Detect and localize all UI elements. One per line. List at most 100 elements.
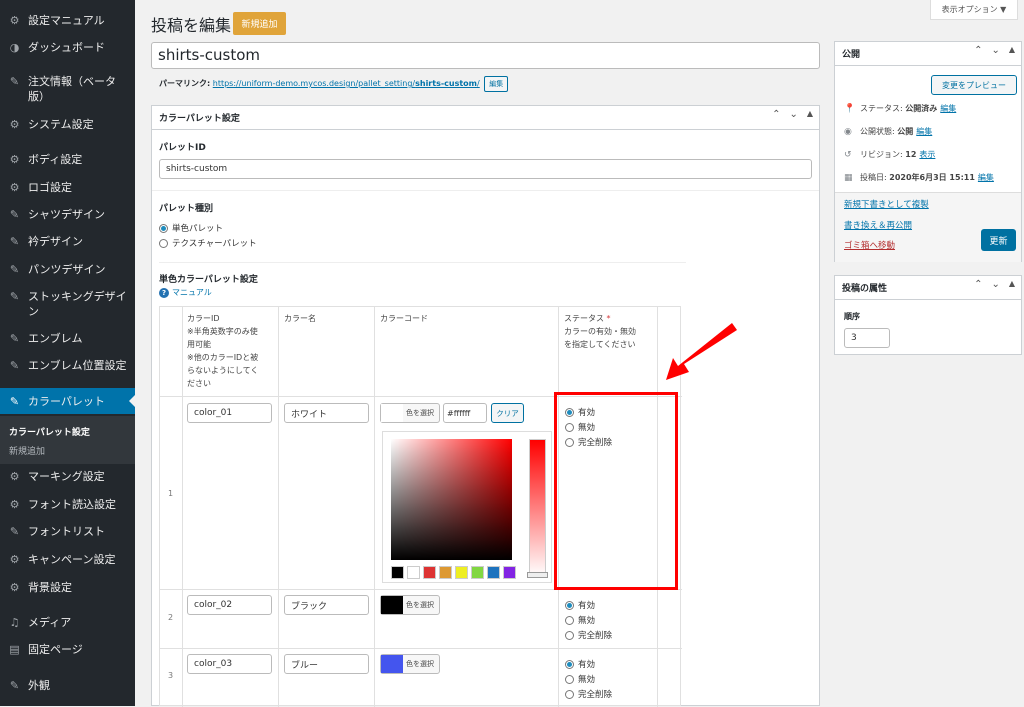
screen-options-button[interactable]: 表示オプション ▼	[930, 0, 1018, 20]
sidebar-item-2[interactable]: ✎ 注文情報（ベータ版）	[0, 74, 135, 104]
select-color-button[interactable]: 色を選択	[380, 654, 440, 674]
eye-icon: ◉	[844, 126, 852, 137]
sidebar-item-7[interactable]: ✎ 衿デザイン	[0, 234, 135, 249]
sidebar-item-3[interactable]: ⚙ システム設定	[0, 117, 135, 132]
palette-id-label: パレットID	[159, 143, 206, 153]
pin-icon: ✎	[9, 235, 20, 248]
date-edit-link[interactable]: 編集	[978, 172, 994, 183]
update-button[interactable]: 更新	[981, 229, 1016, 251]
rewrite-republish-link[interactable]: 書き換え＆再公開	[844, 219, 912, 231]
pin-icon: ✎	[9, 208, 20, 221]
chevron-up-icon[interactable]: ⌃	[974, 279, 982, 290]
color-name-input[interactable]: ホワイト	[284, 403, 369, 423]
color-id-input[interactable]: color_01	[187, 403, 272, 423]
trash-link[interactable]: ゴミ箱へ移動	[844, 239, 895, 251]
swatch[interactable]	[455, 566, 468, 579]
status-delete-radio[interactable]: 完全削除	[565, 688, 612, 700]
gear-icon: ⚙	[9, 181, 20, 194]
status-inactive-radio[interactable]: 無効	[565, 614, 595, 626]
permalink-row: パーマリンク: https://uniform-demo.mycos.desig…	[159, 76, 509, 92]
sidebar-item-16[interactable]: ⚙ キャンペーン設定	[0, 552, 135, 567]
hue-slider[interactable]	[529, 439, 546, 577]
status-delete-radio[interactable]: 完全削除	[565, 629, 612, 641]
gear-icon: ⚙	[9, 118, 20, 131]
sidebar-item-label: エンブレム位置設定	[28, 359, 127, 372]
select-color-button[interactable]: 色を選択	[380, 595, 440, 615]
status-inactive-radio[interactable]: 無効	[565, 673, 595, 685]
hex-input[interactable]: #ffffff	[443, 403, 487, 423]
sidebar-item-1[interactable]: ◑ ダッシュボード	[0, 40, 135, 55]
sidebar-item-11[interactable]: ✎ エンブレム位置設定	[0, 358, 135, 373]
sidebar-item-label: マーキング設定	[28, 470, 105, 483]
sidebar-item-15[interactable]: ✎ フォントリスト	[0, 524, 135, 539]
color-name-input[interactable]: ブラック	[284, 595, 369, 615]
sidebar-item-0[interactable]: ⚙ 設定マニュアル	[0, 13, 135, 28]
sidebar-item-12[interactable]: ✎ カラーパレット	[0, 388, 135, 414]
permalink-url[interactable]: https://uniform-demo.mycos.design/pallet…	[213, 79, 480, 88]
sidebar-item-13[interactable]: ⚙ マーキング設定	[0, 469, 135, 484]
header-color-id: カラーID ※半角英数字のみ使 用可能 ※他のカラーIDと被 らないようにしてく ださい	[187, 314, 259, 388]
submenu-item-add-new[interactable]: 新規追加	[9, 444, 45, 457]
saturation-field[interactable]	[391, 439, 512, 560]
color-picker[interactable]	[382, 431, 552, 583]
sidebar-item-label: ボディ設定	[28, 153, 83, 166]
color-name-input[interactable]: ブルー	[284, 654, 369, 674]
pin-icon: ✎	[9, 290, 20, 303]
sidebar-item-10[interactable]: ✎ エンブレム	[0, 331, 135, 346]
sidebar-item-label: フォント読込設定	[28, 498, 116, 511]
chevron-down-icon[interactable]: ⌄	[789, 109, 797, 120]
swatch[interactable]	[423, 566, 436, 579]
chevron-up-icon[interactable]: ⌃	[772, 109, 780, 120]
slider-handle[interactable]	[527, 572, 548, 578]
status-active-radio[interactable]: 有効	[565, 599, 595, 611]
status-edit-link[interactable]: 編集	[940, 103, 956, 114]
revisions-view-link[interactable]: 表示	[919, 149, 935, 160]
manual-link[interactable]: ? マニュアル	[159, 287, 212, 298]
sidebar-item-6[interactable]: ✎ シャツデザイン	[0, 207, 135, 222]
sidebar-item-19[interactable]: ▤ 固定ページ	[0, 642, 135, 657]
clear-button[interactable]: クリア	[491, 403, 524, 423]
swatch[interactable]	[471, 566, 484, 579]
radio-single-palette[interactable]: 単色パレット	[159, 222, 223, 234]
palette-id-input[interactable]: shirts-custom	[159, 159, 812, 179]
sidebar-item-9[interactable]: ✎ ストッキングデザイン	[0, 289, 135, 319]
sidebar-item-17[interactable]: ⚙ 背景設定	[0, 580, 135, 595]
sidebar-item-5[interactable]: ⚙ ロゴ設定	[0, 180, 135, 195]
sidebar-item-4[interactable]: ⚙ ボディ設定	[0, 152, 135, 167]
add-new-button[interactable]: 新規追加	[233, 12, 286, 35]
order-input[interactable]: 3	[844, 328, 890, 348]
submenu-item-palette-settings[interactable]: カラーパレット設定	[9, 425, 90, 438]
swatch[interactable]	[487, 566, 500, 579]
status-active-radio[interactable]: 有効	[565, 658, 595, 670]
sidebar-item-20[interactable]: ✎ 外観	[0, 678, 135, 693]
swatch[interactable]	[503, 566, 516, 579]
swatch[interactable]	[407, 566, 420, 579]
toggle-triangle-icon[interactable]: ▲	[807, 109, 813, 120]
permalink-edit-button[interactable]: 編集	[484, 76, 509, 92]
color-id-input[interactable]: color_03	[187, 654, 272, 674]
sidebar-item-14[interactable]: ⚙ フォント読込設定	[0, 497, 135, 512]
color-chip	[381, 404, 403, 422]
visibility-edit-link[interactable]: 編集	[916, 126, 932, 137]
color-chip	[381, 596, 403, 614]
radio-texture-palette[interactable]: テクスチャーパレット	[159, 237, 257, 249]
sidebar-item-18[interactable]: ♫ メディア	[0, 615, 135, 630]
gear-icon: ⚙	[9, 553, 20, 566]
sidebar-item-8[interactable]: ✎ パンツデザイン	[0, 262, 135, 277]
swatch[interactable]	[391, 566, 404, 579]
swatch[interactable]	[439, 566, 452, 579]
chevron-down-icon[interactable]: ⌄	[991, 45, 999, 56]
pin-icon: 📍	[844, 103, 856, 114]
copy-to-draft-link[interactable]: 新規下書きとして複製	[844, 198, 929, 210]
toggle-triangle-icon[interactable]: ▲	[1009, 279, 1015, 290]
post-title-input[interactable]: shirts-custom	[151, 42, 820, 69]
toggle-triangle-icon[interactable]: ▲	[1009, 45, 1015, 56]
color-id-input[interactable]: color_02	[187, 595, 272, 615]
pin-icon: ✎	[9, 75, 20, 88]
permalink-label: パーマリンク:	[159, 79, 211, 88]
chevron-up-icon[interactable]: ⌃	[974, 45, 982, 56]
preview-changes-button[interactable]: 変更をプレビュー	[931, 75, 1017, 95]
select-color-button[interactable]: 色を選択	[380, 403, 440, 423]
gear-icon: ⚙	[9, 581, 20, 594]
chevron-down-icon[interactable]: ⌄	[991, 279, 999, 290]
